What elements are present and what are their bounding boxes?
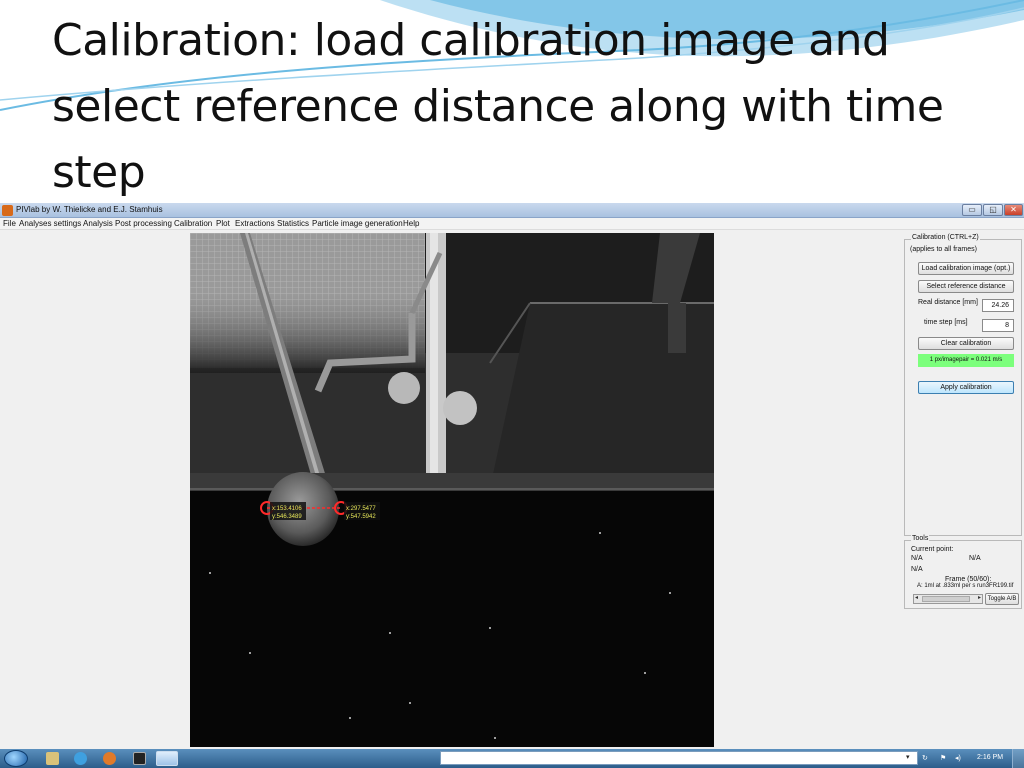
- show-desktop-button[interactable]: [1012, 749, 1024, 768]
- clear-calibration-button[interactable]: Clear calibration: [918, 337, 1014, 350]
- taskbar: ▾ ↻ ⚑ ◂) 2:16 PM: [0, 749, 1024, 768]
- refresh-icon[interactable]: ↻: [922, 754, 928, 762]
- menu-particle-image-generation[interactable]: Particle image generation: [312, 219, 403, 228]
- chevron-down-icon[interactable]: ▾: [906, 753, 910, 761]
- maximize-button[interactable]: ◱: [983, 204, 1003, 216]
- taskbar-address-input[interactable]: [440, 751, 918, 765]
- point1-y-label: y:546.3489: [272, 514, 302, 520]
- menu-plot[interactable]: Plot: [216, 219, 230, 228]
- calibration-image: x:153.4106 y:546.3489 x:297.5477 y:547.5…: [190, 233, 714, 747]
- menu-extractions[interactable]: Extractions: [235, 219, 275, 228]
- tools-panel-legend: Tools: [911, 535, 930, 542]
- window-title: PIVlab by W. Thielicke and E.J. Stamhuis: [16, 205, 163, 214]
- calibration-panel: Calibration (CTRL+Z) (applies to all fra…: [904, 234, 1022, 536]
- menu-help[interactable]: Help: [403, 219, 419, 228]
- point2-x-label: x:297.5477: [346, 506, 376, 512]
- calibration-status: 1 px/imagepair = 0.021 m/s: [918, 354, 1014, 367]
- clock[interactable]: 2:16 PM: [977, 754, 1003, 761]
- slide-title: Calibration: load calibration image and …: [52, 15, 944, 198]
- current-point-label: Current point:: [911, 546, 954, 553]
- matlab-taskbar-button[interactable]: [156, 751, 178, 766]
- pivlab-window: PIVlab by W. Thielicke and E.J. Stamhuis…: [0, 203, 1024, 749]
- menu-analysis[interactable]: Analysis: [83, 219, 113, 228]
- explorer-icon[interactable]: [46, 752, 59, 765]
- calibration-panel-legend: Calibration (CTRL+Z): [911, 234, 980, 241]
- volume-icon[interactable]: ◂): [955, 754, 961, 762]
- select-reference-distance-button[interactable]: Select reference distance: [918, 280, 1014, 293]
- real-distance-input[interactable]: 24.26: [982, 299, 1014, 312]
- start-button[interactable]: [4, 750, 28, 767]
- load-calibration-image-button[interactable]: Load calibration image (opt.): [918, 262, 1014, 275]
- tools-panel: Tools Current point: N/A N/A N/A Frame (…: [904, 535, 1022, 609]
- current-point-y: N/A: [969, 555, 981, 562]
- menu-statistics[interactable]: Statistics: [277, 219, 309, 228]
- menu-post-processing[interactable]: Post processing: [115, 219, 172, 228]
- frame-label: Frame (50/60):: [945, 576, 992, 583]
- terminal-icon[interactable]: [133, 752, 146, 765]
- flag-icon[interactable]: ⚑: [940, 754, 946, 762]
- point2-y-label: y:547.5942: [346, 514, 376, 520]
- slider-right-arrow-icon[interactable]: ▸: [978, 594, 981, 601]
- current-point-x: N/A: [911, 555, 923, 562]
- window-titlebar[interactable]: PIVlab by W. Thielicke and E.J. Stamhuis…: [0, 203, 1024, 218]
- slider-thumb[interactable]: [922, 596, 970, 602]
- close-button[interactable]: ✕: [1004, 204, 1023, 216]
- menu-calibration[interactable]: Calibration: [174, 219, 212, 228]
- firefox-icon[interactable]: [103, 752, 116, 765]
- real-distance-label: Real distance [mm]: [918, 299, 978, 306]
- calibration-image-axes[interactable]: x:153.4106 y:546.3489 x:297.5477 y:547.5…: [190, 233, 714, 747]
- toggle-ab-button[interactable]: Toggle A/B: [985, 593, 1019, 605]
- time-step-input[interactable]: 8: [982, 319, 1014, 332]
- point1-x-label: x:153.4106: [272, 506, 302, 512]
- current-point-z: N/A: [911, 566, 923, 573]
- slider-left-arrow-icon[interactable]: ◂: [915, 594, 918, 601]
- menu-file[interactable]: File: [3, 219, 16, 228]
- menu-bar: File Analyses settings Analysis Post pro…: [0, 218, 1024, 230]
- apply-calibration-button[interactable]: Apply calibration: [918, 381, 1014, 394]
- app-icon: [2, 205, 13, 216]
- internet-explorer-icon[interactable]: [74, 752, 87, 765]
- file-label: A: 1ml at .833ml per s run3FR199.tif: [917, 583, 1014, 589]
- menu-analyses-settings[interactable]: Analyses settings: [19, 219, 81, 228]
- time-step-label: time step [ms]: [924, 319, 968, 326]
- minimize-button[interactable]: ▭: [962, 204, 982, 216]
- calibration-note: (applies to all frames): [910, 246, 977, 253]
- frame-slider[interactable]: ◂ ▸: [913, 594, 983, 604]
